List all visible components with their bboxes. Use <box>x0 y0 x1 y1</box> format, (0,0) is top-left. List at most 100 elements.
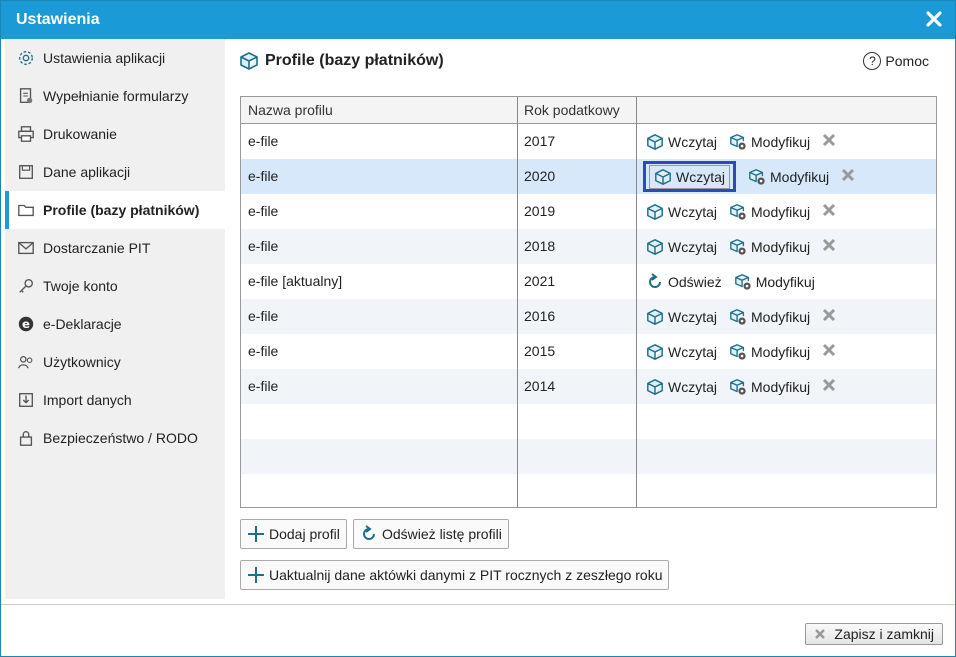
sidebar-item-label: Drukowanie <box>43 126 117 142</box>
sidebar-item[interactable]: Twoje konto <box>5 267 225 305</box>
modify-button[interactable]: Modyfikuj <box>748 168 829 186</box>
row-actions: Wczytaj Modyfikuj <box>646 369 836 404</box>
column-header-year: Rok podatkowy <box>524 102 620 118</box>
settings-window: Ustawienia Ustawienia aplikacji Wypełnian… <box>0 0 956 657</box>
sidebar-item[interactable]: Ustawienia aplikacji <box>5 39 225 77</box>
sidebar: Ustawienia aplikacji Wypełnianie formular… <box>5 39 225 599</box>
box-icon <box>647 238 663 255</box>
sidebar-item-label: Wypełnianie formularzy <box>43 88 189 104</box>
modify-button[interactable]: Modyfikuj <box>729 238 810 256</box>
modify-button[interactable]: Modyfikuj <box>729 343 810 361</box>
mail-icon <box>15 237 37 259</box>
tax-year-cell: 2021 <box>524 273 556 289</box>
modify-label: Modyfikuj <box>755 273 815 290</box>
load-button[interactable]: Wczytaj <box>646 133 717 151</box>
box-icon <box>655 168 671 185</box>
profile-name-cell: e-file <box>248 343 279 359</box>
modify-icon <box>730 343 746 360</box>
footer: Zapisz i zamknij <box>1 604 955 656</box>
profile-name-cell: e-file <box>248 133 279 149</box>
sidebar-item-label: e-Deklaracje <box>43 316 122 332</box>
refresh-list-label: Odśwież listę profili <box>382 526 502 542</box>
sidebar-item[interactable]: Import danych <box>5 381 225 419</box>
profile-name-cell: e-file <box>248 203 279 219</box>
load-button[interactable]: Wczytaj <box>646 308 717 326</box>
window-title: Ustawienia <box>16 11 100 28</box>
modify-button[interactable]: Modyfikuj <box>734 273 815 291</box>
sidebar-item-label: Ustawienia aplikacji <box>43 50 166 66</box>
modify-button[interactable]: Modyfikuj <box>729 308 810 326</box>
profile-name-cell: e-file [aktualny] <box>248 273 343 289</box>
import-icon <box>15 389 37 411</box>
sidebar-item[interactable]: Bezpieczeństwo / RODO <box>5 419 225 457</box>
table-row[interactable]: e-file 2014 Wczytaj Modyfikuj <box>241 369 936 404</box>
delete-icon[interactable] <box>822 203 836 220</box>
tax-year-cell: 2014 <box>524 378 556 394</box>
load-button[interactable]: Wczytaj <box>646 203 717 221</box>
sidebar-item[interactable]: Użytkownicy <box>5 343 225 381</box>
modify-button[interactable]: Modyfikuj <box>729 133 810 151</box>
load-button[interactable]: Wczytaj <box>643 161 736 192</box>
box-icon <box>647 133 663 150</box>
update-data-button[interactable]: Uaktualnij dane aktówki danymi z PIT roc… <box>240 560 670 590</box>
load-label: Wczytaj <box>668 308 717 325</box>
help-button[interactable]: ? Pomoc <box>863 52 929 70</box>
delete-icon[interactable] <box>822 133 836 150</box>
column-header-name: Nazwa profilu <box>248 102 333 118</box>
table-row[interactable]: e-file 2020 Wczytaj Modyfikuj <box>241 159 936 194</box>
refresh-button[interactable]: Odśwież <box>646 272 722 291</box>
load-button[interactable]: Wczytaj <box>646 343 717 361</box>
refresh-list-button[interactable]: Odśwież listę profili <box>353 519 509 549</box>
delete-icon[interactable] <box>822 343 836 360</box>
modify-button[interactable]: Modyfikuj <box>729 203 810 221</box>
table-row[interactable]: e-file 2017 Wczytaj Modyfikuj <box>241 124 936 159</box>
sidebar-item[interactable]: Dane aplikacji <box>5 153 225 191</box>
modify-button[interactable]: Modyfikuj <box>729 378 810 396</box>
close-icon[interactable] <box>925 10 943 28</box>
table-row[interactable]: e-file 2016 Wczytaj Modyfikuj <box>241 299 936 334</box>
svg-text:e: e <box>22 317 30 331</box>
gear-icon <box>15 47 37 69</box>
sidebar-item[interactable]: Dostarczanie PIT <box>5 229 225 267</box>
delete-icon[interactable] <box>822 308 836 325</box>
sidebar-item[interactable]: Profile (bazy płatników) <box>5 191 225 229</box>
folder-icon <box>15 199 37 221</box>
sidebar-item[interactable]: Drukowanie <box>5 115 225 153</box>
users-icon <box>15 351 37 373</box>
save-close-button[interactable]: Zapisz i zamknij <box>805 623 943 645</box>
delete-icon[interactable] <box>822 238 836 255</box>
table-row[interactable]: e-file 2015 Wczytaj Modyfikuj <box>241 334 936 369</box>
delete-icon[interactable] <box>841 168 855 185</box>
sidebar-item[interactable]: e e-Deklaracje <box>5 305 225 343</box>
load-label: Wczytaj <box>668 203 717 220</box>
load-label: Odśwież <box>668 273 722 290</box>
key-icon <box>15 275 37 297</box>
add-profile-button[interactable]: Dodaj profil <box>240 519 347 549</box>
table-row[interactable]: e-file [aktualny] 2021 Odśwież Modyfikuj <box>241 264 936 299</box>
modify-icon <box>730 203 746 220</box>
modify-label: Modyfikuj <box>751 378 811 395</box>
table-row[interactable]: e-file 2019 Wczytaj Modyfikuj <box>241 194 936 229</box>
refresh-icon <box>363 525 375 540</box>
modify-icon <box>730 378 746 395</box>
load-button[interactable]: Wczytaj <box>646 238 717 256</box>
table-row[interactable]: e-file 2018 Wczytaj Modyfikuj <box>241 229 936 264</box>
load-button[interactable]: Wczytaj <box>646 378 717 396</box>
row-actions: Wczytaj Modyfikuj <box>646 334 836 369</box>
profiles-table: Nazwa profilu Rok podatkowy e-file 2017 Wc… <box>240 96 937 508</box>
update-data-label: Uaktualnij dane aktówki danymi z PIT roc… <box>269 567 663 583</box>
delete-icon[interactable] <box>822 378 836 395</box>
modify-icon <box>749 168 765 185</box>
e-icon: e <box>15 313 37 335</box>
printer-icon <box>15 123 37 145</box>
sidebar-item[interactable]: Wypełnianie formularzy <box>5 77 225 115</box>
row-actions: Wczytaj Modyfikuj <box>646 299 836 334</box>
profile-name-cell: e-file <box>248 168 279 184</box>
modify-label: Modyfikuj <box>751 343 811 360</box>
box-icon <box>647 378 663 395</box>
row-actions: Wczytaj Modyfikuj <box>643 159 855 194</box>
modify-icon <box>730 133 746 150</box>
modify-label: Modyfikuj <box>751 308 811 325</box>
x-icon <box>815 629 826 639</box>
row-actions: Wczytaj Modyfikuj <box>646 229 836 264</box>
